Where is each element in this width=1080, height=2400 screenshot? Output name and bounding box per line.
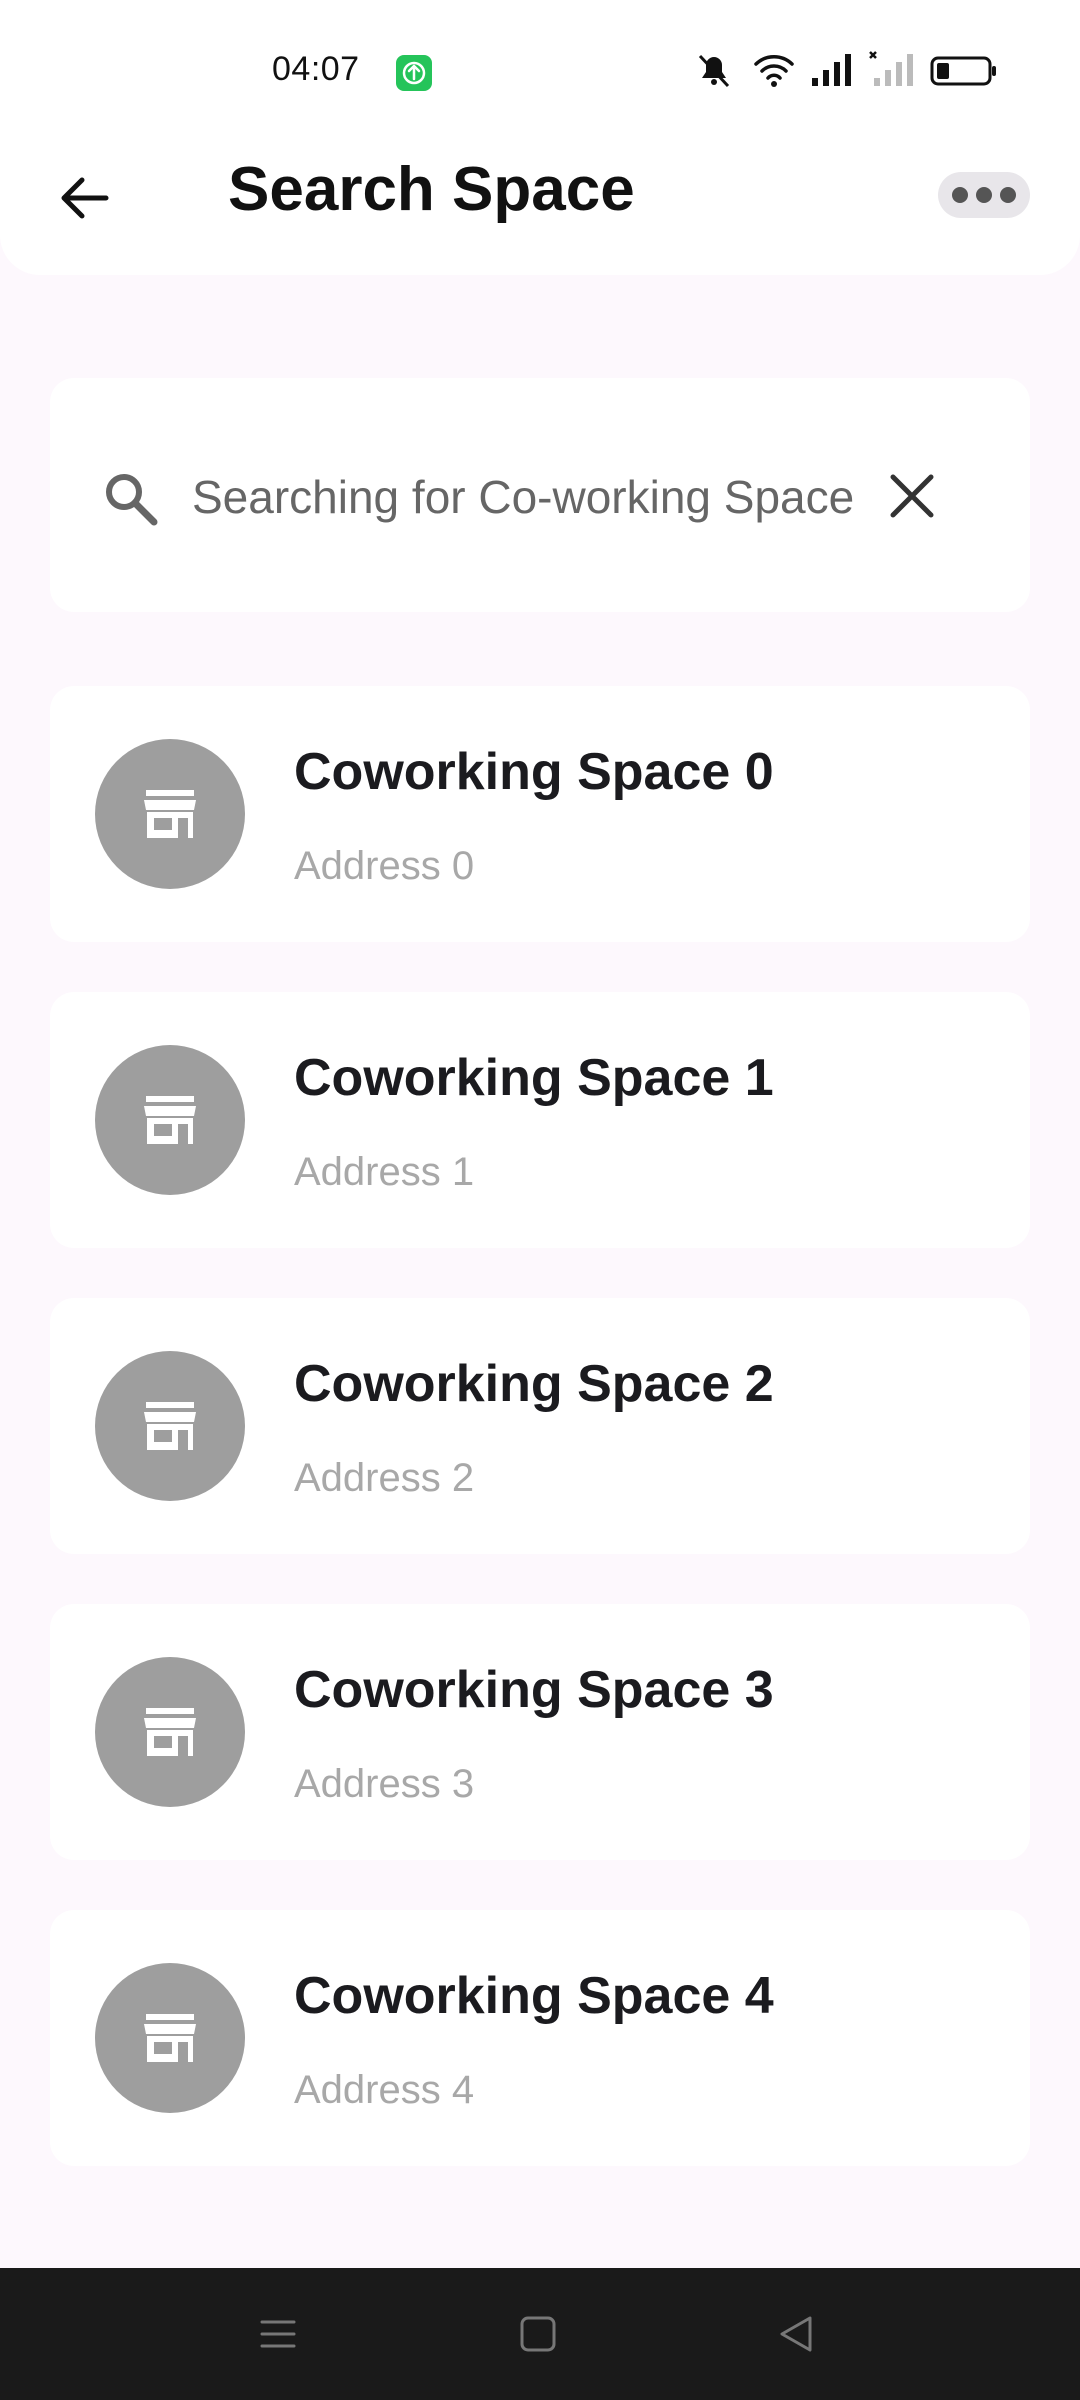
back-button[interactable] (48, 162, 120, 234)
search-input[interactable]: Searching for Co-working Space (192, 470, 882, 524)
arrow-left-icon (61, 177, 109, 219)
more-horizontal-icon (952, 187, 968, 203)
space-name: Coworking Space 2 (294, 1355, 774, 1413)
space-name: Coworking Space 0 (294, 743, 774, 801)
status-icons (690, 50, 998, 94)
battery-icon (930, 50, 998, 95)
home-icon (520, 2316, 556, 2352)
recent-apps-button[interactable] (248, 2304, 308, 2364)
avatar (95, 1657, 245, 1807)
signal-icon (810, 50, 854, 95)
list-item[interactable]: Coworking Space 3 Address 3 (50, 1604, 1030, 1860)
store-icon (144, 1402, 196, 1450)
app-header: Search Space (0, 140, 1080, 275)
store-icon (144, 1096, 196, 1144)
list-item[interactable]: Coworking Space 4 Address 4 (50, 1910, 1030, 2166)
list-item[interactable]: Coworking Space 0 Address 0 (50, 686, 1030, 942)
space-name: Coworking Space 1 (294, 1049, 774, 1107)
space-address: Address 0 (294, 844, 475, 888)
avatar (95, 1351, 245, 1501)
app-notification-icon (396, 55, 432, 91)
list-item[interactable]: Coworking Space 1 Address 1 (50, 992, 1030, 1248)
search-icon (106, 474, 158, 526)
close-icon (890, 474, 934, 518)
avatar (95, 739, 245, 889)
mute-icon (690, 50, 738, 95)
avatar (95, 1963, 245, 2113)
back-nav-button[interactable] (766, 2304, 826, 2364)
list-item[interactable]: Coworking Space 2 Address 2 (50, 1298, 1030, 1554)
store-icon (144, 1708, 196, 1756)
space-address: Address 2 (294, 1456, 475, 1500)
space-address: Address 4 (294, 2068, 475, 2112)
more-options-button[interactable] (938, 172, 1030, 218)
store-icon (144, 2014, 196, 2062)
system-nav-bar (0, 2268, 1080, 2400)
wifi-icon (752, 50, 796, 95)
avatar (95, 1045, 245, 1195)
back-triangle-icon (780, 2316, 812, 2352)
signal-no-sim-icon (868, 50, 916, 95)
page-title: Search Space (228, 155, 635, 224)
store-icon (144, 790, 196, 838)
clear-search-button[interactable] (880, 464, 944, 528)
space-address: Address 3 (294, 1762, 475, 1806)
space-name: Coworking Space 3 (294, 1661, 774, 1719)
search-bar[interactable]: Searching for Co-working Space (50, 378, 1030, 612)
space-address: Address 1 (294, 1150, 475, 1194)
home-button[interactable] (508, 2304, 568, 2364)
status-time: 04:07 (272, 50, 360, 88)
menu-icon (260, 2320, 296, 2348)
status-bar: 04:07 (0, 0, 1080, 140)
space-name: Coworking Space 4 (294, 1967, 774, 2025)
